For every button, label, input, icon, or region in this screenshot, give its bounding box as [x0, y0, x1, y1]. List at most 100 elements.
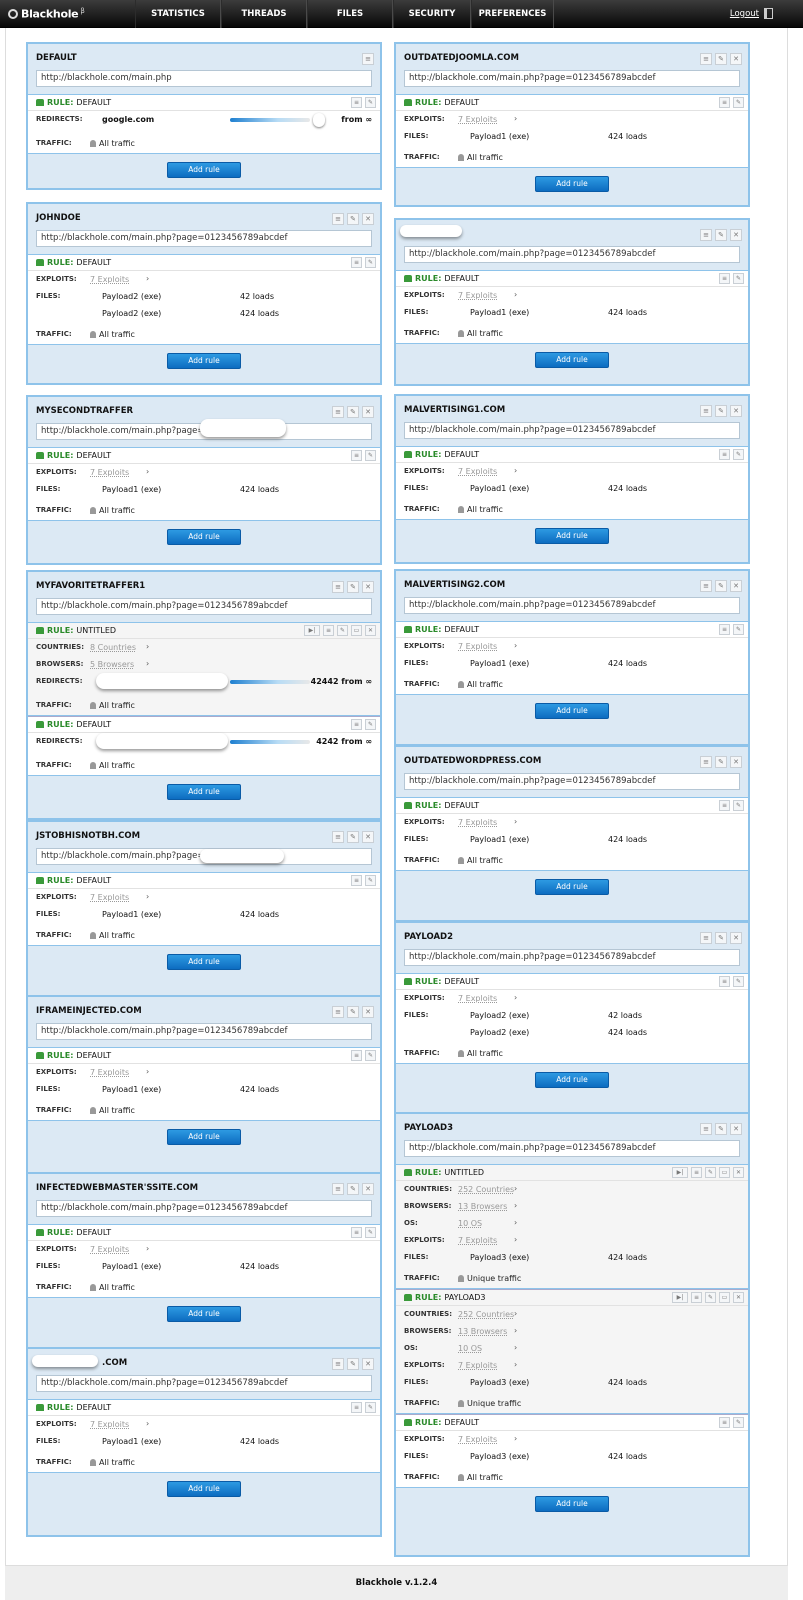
wrench-icon[interactable]: ✎ [347, 1183, 359, 1195]
wrench-icon[interactable]: ✎ [365, 257, 376, 268]
play-icon[interactable]: ▶| [672, 1292, 688, 1303]
thread-url-field[interactable]: http://blackhole.com/main.php?page=01234… [36, 598, 372, 615]
thread-url-field[interactable]: http://blackhole.com/main.php?page=01234… [404, 597, 740, 614]
close-icon[interactable]: ✕ [730, 405, 742, 417]
settings-icon[interactable]: ≡ [700, 756, 712, 768]
settings-icon[interactable]: ≡ [332, 581, 344, 593]
settings-icon[interactable]: ≡ [719, 624, 730, 635]
exploits-link[interactable]: 7 Exploits [458, 291, 497, 300]
wrench-icon[interactable]: ✎ [733, 273, 744, 284]
wrench-icon[interactable]: ✎ [733, 976, 744, 987]
wrench-icon[interactable]: ✎ [337, 625, 348, 636]
close-icon[interactable]: ✕ [362, 581, 374, 593]
exploits-link[interactable]: 7 Exploits [90, 893, 129, 902]
minimize-icon[interactable]: ▭ [351, 625, 362, 636]
wrench-icon[interactable]: ✎ [347, 1358, 359, 1370]
settings-icon[interactable]: ≡ [362, 53, 374, 65]
wrench-icon[interactable]: ✎ [715, 1123, 727, 1135]
settings-icon[interactable]: ≡ [332, 1358, 344, 1370]
wrench-icon[interactable]: ✎ [715, 932, 727, 944]
exploits-link[interactable]: 7 Exploits [458, 818, 497, 827]
exploits-link[interactable]: 7 Exploits [90, 275, 129, 284]
add-rule-button[interactable]: Add rule [167, 162, 241, 178]
add-rule-button[interactable]: Add rule [535, 176, 609, 192]
wrench-icon[interactable]: ✎ [705, 1167, 716, 1178]
wrench-icon[interactable]: ✎ [733, 1417, 744, 1428]
thread-url-field[interactable]: http://blackhole.com/main.php?page=01234… [36, 1375, 372, 1392]
settings-icon[interactable]: ≡ [719, 800, 730, 811]
thread-url-field[interactable]: http://blackhole.com/main.php?page=01234… [404, 246, 740, 263]
close-icon[interactable]: ✕ [362, 1006, 374, 1018]
logout-link[interactable]: Logout [730, 9, 759, 19]
settings-icon[interactable]: ≡ [691, 1167, 702, 1178]
countries-link[interactable]: 252 Countries [458, 1185, 514, 1194]
wrench-icon[interactable]: ✎ [347, 831, 359, 843]
add-rule-button[interactable]: Add rule [535, 528, 609, 544]
thread-url-field[interactable]: http://blackhole.com/main.php [36, 70, 372, 87]
close-icon[interactable]: ✕ [362, 1183, 374, 1195]
os-link[interactable]: 10 OS [458, 1344, 482, 1353]
nav-statistics[interactable]: STATISTICS [135, 0, 221, 28]
settings-icon[interactable]: ≡ [691, 1292, 702, 1303]
wrench-icon[interactable]: ✎ [733, 449, 744, 460]
app-logo[interactable]: Blackhole β [8, 7, 85, 21]
exploits-link[interactable]: 7 Exploits [458, 1361, 497, 1370]
wrench-icon[interactable]: ✎ [715, 53, 727, 65]
wrench-icon[interactable]: ✎ [715, 756, 727, 768]
wrench-icon[interactable]: ✎ [365, 450, 376, 461]
close-icon[interactable]: ✕ [362, 406, 374, 418]
settings-icon[interactable]: ≡ [332, 406, 344, 418]
add-rule-button[interactable]: Add rule [535, 879, 609, 895]
settings-icon[interactable]: ≡ [719, 449, 730, 460]
play-icon[interactable]: ▶| [304, 625, 320, 636]
os-link[interactable]: 10 OS [458, 1219, 482, 1228]
wrench-icon[interactable]: ✎ [715, 405, 727, 417]
close-icon[interactable]: ✕ [365, 625, 376, 636]
add-rule-button[interactable]: Add rule [167, 1129, 241, 1145]
close-icon[interactable]: ✕ [730, 53, 742, 65]
wrench-icon[interactable]: ✎ [715, 229, 727, 241]
exploits-link[interactable]: 7 Exploits [458, 115, 497, 124]
wrench-icon[interactable]: ✎ [365, 719, 376, 730]
settings-icon[interactable]: ≡ [351, 97, 362, 108]
thread-url-field[interactable]: http://blackhole.com/main.php?page=01234… [404, 1140, 740, 1157]
wrench-icon[interactable]: ✎ [347, 581, 359, 593]
exploits-link[interactable]: 7 Exploits [90, 1068, 129, 1077]
thread-url-field[interactable]: http://blackhole.com/main.php?page=01234… [36, 1023, 372, 1040]
wrench-icon[interactable]: ✎ [365, 875, 376, 886]
exploits-link[interactable]: 7 Exploits [458, 467, 497, 476]
settings-icon[interactable]: ≡ [332, 1183, 344, 1195]
close-icon[interactable]: ✕ [730, 580, 742, 592]
settings-icon[interactable]: ≡ [332, 213, 344, 225]
settings-icon[interactable]: ≡ [332, 831, 344, 843]
add-rule-button[interactable]: Add rule [535, 1072, 609, 1088]
close-icon[interactable]: ✕ [730, 229, 742, 241]
minimize-icon[interactable]: ▭ [719, 1292, 730, 1303]
thread-url-field[interactable]: http://blackhole.com/main.php?page=01234… [36, 230, 372, 247]
wrench-icon[interactable]: ✎ [365, 1402, 376, 1413]
settings-icon[interactable]: ≡ [351, 257, 362, 268]
add-rule-button[interactable]: Add rule [167, 529, 241, 545]
add-rule-button[interactable]: Add rule [167, 353, 241, 369]
add-rule-button[interactable]: Add rule [167, 954, 241, 970]
exploits-link[interactable]: 7 Exploits [458, 642, 497, 651]
settings-icon[interactable]: ≡ [351, 875, 362, 886]
settings-icon[interactable]: ≡ [323, 625, 334, 636]
settings-icon[interactable]: ≡ [719, 976, 730, 987]
settings-icon[interactable]: ≡ [351, 1050, 362, 1061]
settings-icon[interactable]: ≡ [332, 1006, 344, 1018]
browsers-link[interactable]: 13 Browsers [458, 1202, 507, 1211]
nav-threads[interactable]: THREADS [221, 0, 307, 28]
add-rule-button[interactable]: Add rule [167, 784, 241, 800]
wrench-icon[interactable]: ✎ [347, 213, 359, 225]
exploits-link[interactable]: 7 Exploits [90, 1420, 129, 1429]
close-icon[interactable]: ✕ [730, 756, 742, 768]
thread-url-field[interactable]: http://blackhole.com/main.php?page=01234… [36, 1200, 372, 1217]
settings-icon[interactable]: ≡ [351, 719, 362, 730]
thread-url-field[interactable]: http://blackhole.com/main.php?page=01234… [404, 949, 740, 966]
add-rule-button[interactable]: Add rule [535, 703, 609, 719]
settings-icon[interactable]: ≡ [351, 1227, 362, 1238]
wrench-icon[interactable]: ✎ [715, 580, 727, 592]
slider-handle[interactable] [313, 113, 325, 127]
redirect-slider[interactable] [230, 118, 310, 122]
